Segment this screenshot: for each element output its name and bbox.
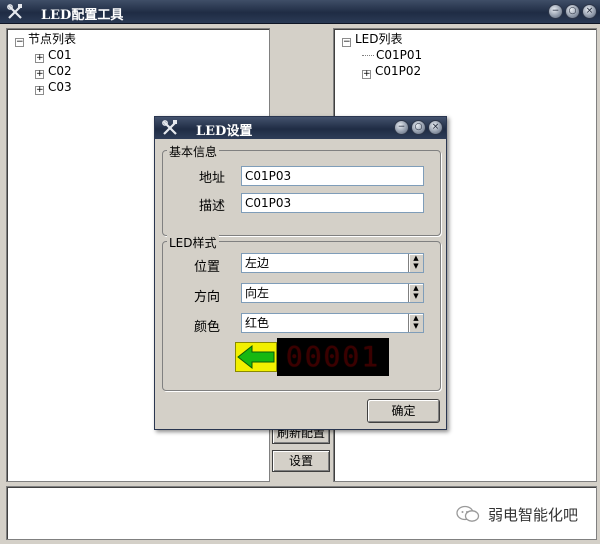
- tree-root-label: 节点列表: [28, 32, 77, 46]
- restore-button[interactable]: ○: [565, 4, 580, 19]
- description-label: 描述: [198, 199, 225, 214]
- direction-label: 方向: [193, 290, 220, 305]
- collapse-icon[interactable]: −: [15, 38, 24, 47]
- ok-button[interactable]: 确定: [367, 399, 440, 423]
- tree-item-label: C01P01: [376, 48, 423, 62]
- bottom-output-panel[interactable]: 弱电智能化吧: [6, 486, 597, 540]
- dialog-minimize-button[interactable]: −: [394, 120, 409, 135]
- direction-select[interactable]: 向左 ▲ ▼: [241, 283, 424, 303]
- tree-item-c02[interactable]: + C02: [35, 63, 72, 79]
- tree-connector: [362, 55, 374, 56]
- spin-arrows-icon[interactable]: ▲ ▼: [408, 254, 423, 272]
- tree-item-label: C02: [48, 64, 72, 78]
- tree-root-led-list[interactable]: − LED列表: [342, 31, 403, 47]
- dialog-titlebar[interactable]: LED设置 − ○ ×: [155, 117, 446, 139]
- basic-info-group-title: 基本信息: [167, 143, 220, 160]
- expand-icon[interactable]: +: [35, 70, 44, 79]
- position-select[interactable]: 左边 ▲ ▼: [241, 253, 424, 273]
- spin-arrows-icon[interactable]: ▲ ▼: [408, 284, 423, 302]
- tree-item-label: C01: [48, 48, 72, 62]
- tree-root-label: LED列表: [355, 32, 403, 46]
- tools-icon: [161, 119, 179, 137]
- led-settings-dialog[interactable]: LED设置 − ○ × 基本信息 地址 C01P03 描述 C01P03 LED…: [154, 116, 447, 430]
- tree-root-node-list[interactable]: − 节点列表: [15, 31, 76, 47]
- spin-arrows-icon[interactable]: ▲ ▼: [408, 314, 423, 332]
- tree-item-label: C01P02: [375, 64, 422, 78]
- left-arrow-icon: [237, 344, 275, 370]
- color-label: 颜色: [193, 320, 220, 335]
- color-select[interactable]: 红色 ▲ ▼: [241, 313, 424, 333]
- close-button[interactable]: ×: [582, 4, 597, 19]
- tools-icon: [6, 3, 24, 21]
- tree-item-c01p02[interactable]: + C01P02: [362, 63, 421, 79]
- dialog-title: LED设置: [196, 124, 253, 139]
- address-field[interactable]: C01P03: [241, 166, 424, 186]
- position-label: 位置: [193, 260, 220, 275]
- main-titlebar[interactable]: LED配置工具 − ○ ×: [0, 0, 600, 24]
- settings-button[interactable]: 设置: [272, 450, 330, 472]
- expand-icon[interactable]: +: [35, 86, 44, 95]
- wechat-icon: [456, 505, 480, 523]
- dialog-restore-button[interactable]: ○: [411, 120, 426, 135]
- description-field[interactable]: C01P03: [241, 193, 424, 213]
- collapse-icon[interactable]: −: [342, 38, 351, 47]
- tree-item-label: C03: [48, 80, 72, 94]
- tree-item-c01p01[interactable]: C01P01: [362, 47, 422, 63]
- watermark-text: 弱电智能化吧: [488, 506, 579, 524]
- minimize-button[interactable]: −: [548, 4, 563, 19]
- tree-item-c03[interactable]: + C03: [35, 79, 72, 95]
- direction-select-value: 向左: [245, 286, 270, 300]
- position-select-value: 左边: [245, 256, 270, 270]
- color-select-value: 红色: [245, 316, 270, 330]
- led-preview-display: 00001: [277, 338, 389, 376]
- app-title: LED配置工具: [41, 8, 124, 23]
- led-preview-arrow: [235, 342, 277, 372]
- expand-icon[interactable]: +: [362, 70, 371, 79]
- led-style-group-title: LED样式: [167, 234, 219, 251]
- tree-item-c01[interactable]: + C01: [35, 47, 72, 63]
- dialog-close-button[interactable]: ×: [428, 120, 443, 135]
- expand-icon[interactable]: +: [35, 54, 44, 63]
- address-label: 地址: [198, 171, 225, 186]
